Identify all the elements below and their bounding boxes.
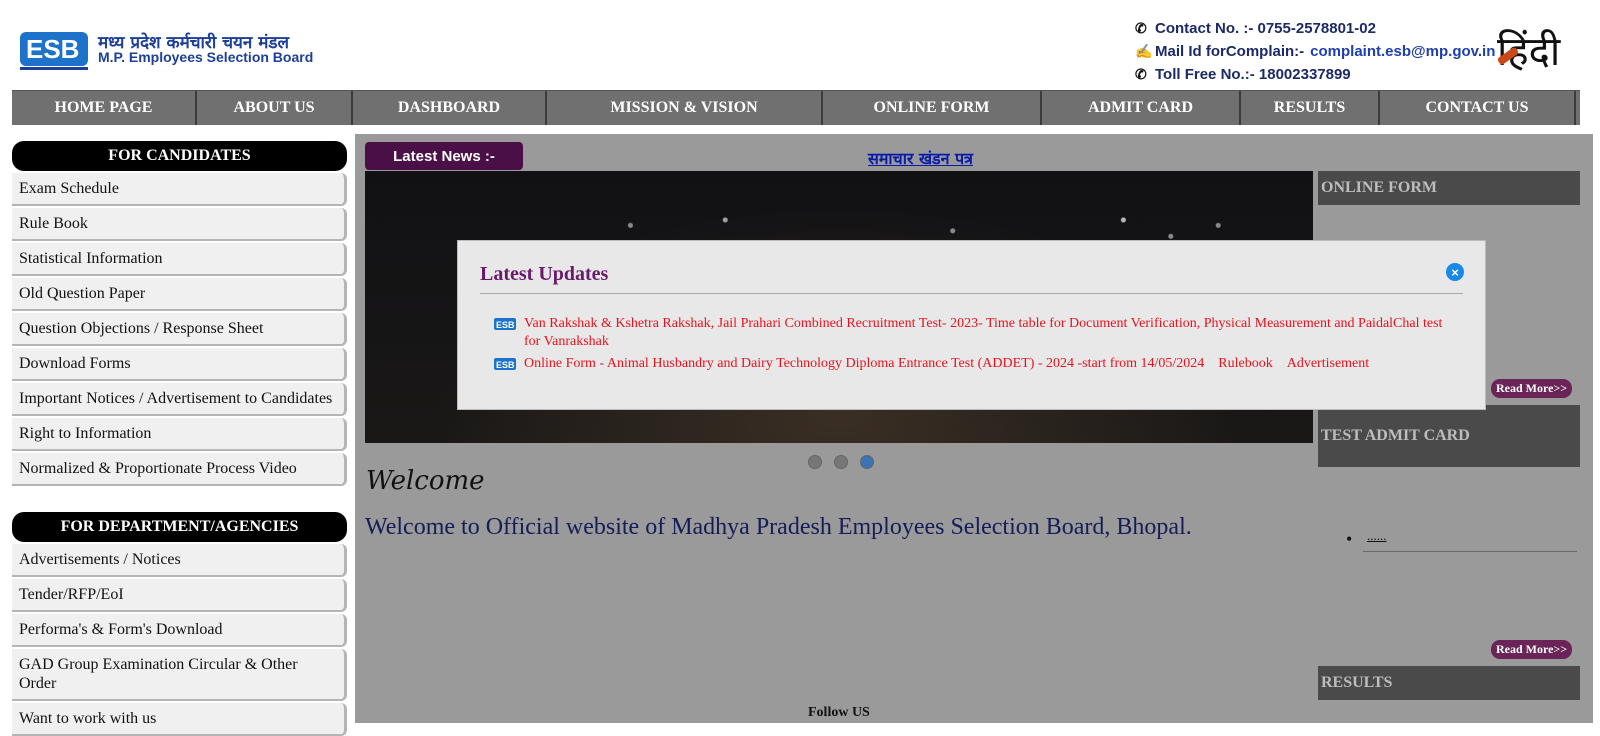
sidebar-item-right-to-information[interactable]: Right to Information [12,418,347,451]
nav-results[interactable]: RESULTS [1241,91,1380,125]
right-column: ONLINE FORM [1318,171,1580,205]
sidebar-item-statistical-information[interactable]: Statistical Information [12,243,347,276]
slider-dots [808,455,874,469]
complaint-email-link[interactable]: complaint.esb@mp.gov.in [1310,43,1495,60]
read-more-admit-card-button[interactable]: Read More>> [1491,640,1573,659]
list-item: ESB Van Rakshak & Kshetra Rakshak, Jail … [494,315,1444,351]
modal-title: Latest Updates [480,263,609,285]
close-icon[interactable]: × [1446,263,1464,281]
sidebar-item-rule-book[interactable]: Rule Book [12,208,347,241]
logo-english-text: M.P. Employees Selection Board [98,49,314,65]
phone-icon: ✆ [1135,20,1147,36]
slider-dot-1[interactable] [808,455,822,469]
nav-dashboard[interactable]: DASHBOARD [353,91,547,125]
updates-list: ESB Van Rakshak & Kshetra Rakshak, Jail … [494,315,1444,377]
results-heading: RESULTS [1318,666,1580,700]
follow-us-label: Follow US [808,705,870,720]
sidebar-item-question-objections[interactable]: Question Objections / Response Sheet [12,313,347,346]
sidebar-item-gad-circular[interactable]: GAD Group Examination Circular & Other O… [12,649,347,701]
hindi-language-button[interactable]: हिंदी [1496,22,1583,75]
main-navigation: HOME PAGE ABOUT US DASHBOARD MISSION & V… [12,90,1580,125]
online-form-heading: ONLINE FORM [1318,171,1580,205]
admit-card-divider [1363,535,1577,552]
nav-mission-vision[interactable]: MISSION & VISION [547,91,823,125]
latest-news-label: Latest News :- [365,142,523,170]
mail-label: Mail Id forComplain:- [1155,43,1305,60]
latest-updates-modal: Latest Updates × ESB Van Rakshak & Kshet… [457,240,1486,410]
bullet-icon: • [1346,529,1353,549]
sidebar-item-normalized-video[interactable]: Normalized & Proportionate Process Video [12,453,347,486]
mail-icon: ✍ [1135,43,1153,59]
sidebar-item-work-with-us[interactable]: Want to work with us [12,703,347,736]
esb-mini-icon: ESB [494,318,516,330]
welcome-message: Welcome to Official website of Madhya Pr… [365,514,1192,540]
esb-mini-icon: ESB [494,358,516,370]
candidates-heading: FOR CANDIDATES [12,141,347,171]
sidebar-item-performa-download[interactable]: Performa's & Form's Download [12,614,347,647]
read-more-online-form-button[interactable]: Read More>> [1491,379,1573,398]
welcome-heading: Welcome [366,466,485,496]
departments-heading: FOR DEPARTMENT/AGENCIES [12,512,347,542]
sidebar-item-exam-schedule[interactable]: Exam Schedule [12,173,347,206]
svg-text:ESB: ESB [26,34,79,64]
list-item: ESB Online Form - Animal Husbandry and D… [494,355,1444,373]
sidebar-item-old-question-paper[interactable]: Old Question Paper [12,278,347,311]
nav-online-form[interactable]: ONLINE FORM [823,91,1042,125]
update-link-van-rakshak[interactable]: Van Rakshak & Kshetra Rakshak, Jail Prah… [524,316,1442,349]
sidebar-item-important-notices[interactable]: Important Notices / Advertisement to Can… [12,383,347,416]
site-header: ESB मध्य प्रदेश कर्मचारी चयन मंडल M.P. E… [0,0,1600,90]
esb-logo-icon: ESB [20,32,88,70]
nav-home[interactable]: HOME PAGE [12,91,197,125]
sidebar-item-download-forms[interactable]: Download Forms [12,348,347,381]
left-sidebar: FOR CANDIDATES Exam Schedule Rule Book S… [12,141,347,736]
sidebar-item-advertisements[interactable]: Advertisements / Notices [12,544,347,577]
sidebar-item-tender[interactable]: Tender/RFP/EoI [12,579,347,612]
svg-text:ESB: ESB [496,360,515,370]
rulebook-link[interactable]: Rulebook [1218,356,1272,371]
svg-text:ESB: ESB [496,320,515,330]
nav-contact-us[interactable]: CONTACT US [1380,91,1576,125]
slider-dot-2[interactable] [834,455,848,469]
update-link-addet[interactable]: Online Form - Animal Husbandry and Dairy… [524,356,1204,371]
phone-icon: ✆ [1135,66,1147,82]
contact-info: ✆ Contact No. :- 0755-2578801-02 ✍ Mail Id… [1135,17,1495,86]
news-rebuttal-link[interactable]: समाचार खंडन पत्र [868,147,973,169]
contact-number: Contact No. :- 0755-2578801-02 [1155,20,1376,37]
nav-admit-card[interactable]: ADMIT CARD [1042,91,1241,125]
esb-logo[interactable]: ESB मध्य प्रदेश कर्मचारी चयन मंडल M.P. E… [18,26,313,74]
modal-divider [480,293,1463,294]
advertisement-link[interactable]: Advertisement [1287,356,1369,371]
toll-free-number: Toll Free No.:- 18002337899 [1155,66,1351,83]
slider-dot-3[interactable] [860,455,874,469]
test-admit-card-heading: TEST ADMIT CARD [1318,405,1580,467]
nav-about-us[interactable]: ABOUT US [197,91,353,125]
